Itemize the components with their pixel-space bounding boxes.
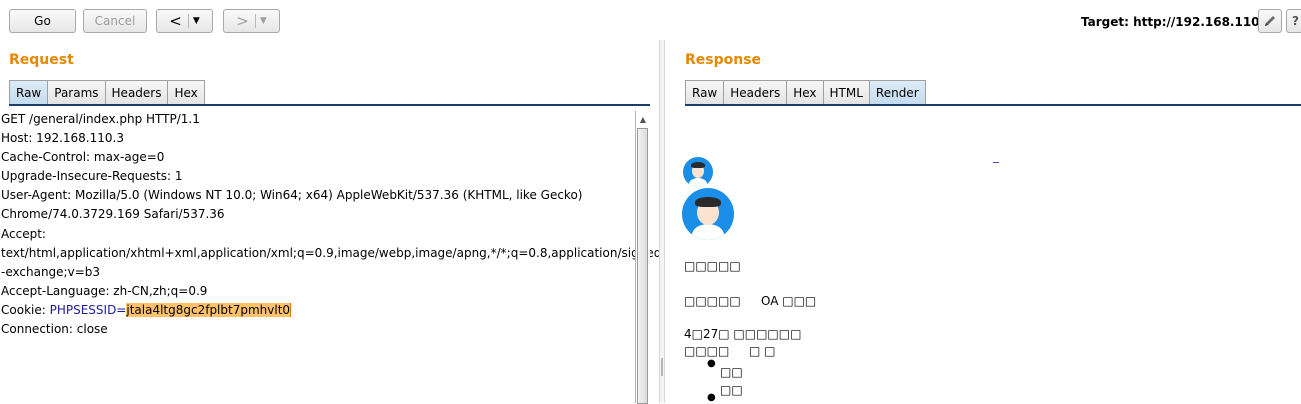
request-tabs: Raw Params Headers Hex (9, 80, 205, 105)
request-line: -exchange;v=b3 (1, 264, 101, 279)
render-text-line: □□□□□ (684, 259, 741, 273)
dropdown-arrow-icon[interactable]: ▼ (193, 16, 200, 26)
large-avatar-icon (682, 188, 734, 240)
tab-request-hex[interactable]: Hex (167, 80, 205, 105)
pencil-icon (1265, 16, 1275, 26)
cancel-button[interactable]: Cancel (83, 9, 147, 33)
button-separator (254, 14, 256, 28)
forward-button[interactable]: > ▼ (223, 9, 280, 33)
render-text-line: 4□27□ □□□□□□ (684, 327, 802, 341)
tab-response-headers[interactable]: Headers (723, 80, 788, 105)
request-line: Accept-Language: zh-CN,zh;q=0.9 (1, 283, 208, 298)
render-text-line: □□□□ (684, 344, 730, 358)
request-tab-underline (9, 104, 650, 106)
list-item: □□ (720, 365, 743, 379)
request-editor[interactable]: GET /general/index.php HTTP/1.1 Host: 19… (0, 110, 662, 403)
request-line: Host: 192.168.110.3 (1, 131, 124, 146)
render-text-line: □ □ (749, 344, 776, 358)
splitter-grip-icon (661, 358, 663, 376)
render-text-line: □□□□□ (684, 294, 741, 308)
tab-request-raw[interactable]: Raw (9, 80, 49, 105)
target-label: Target: http://192.168.110.3 (1081, 15, 1273, 29)
back-arrow-icon: < (169, 12, 182, 30)
render-text-line: OA □□□ (761, 294, 817, 308)
small-avatar-icon (683, 157, 713, 187)
scroll-thumb[interactable] (637, 128, 648, 404)
response-title: Response (685, 52, 762, 68)
tab-request-headers[interactable]: Headers (104, 80, 169, 105)
forward-arrow-icon: > (236, 12, 249, 30)
cookie-value-selection[interactable]: jtala4ltg8gc2fplbt7pmhvlt0 (126, 302, 292, 317)
response-tab-underline (685, 104, 1301, 106)
request-scrollbar[interactable]: ▲ (635, 111, 650, 404)
response-tabs: Raw Headers Hex HTML Render (685, 80, 926, 105)
help-button[interactable]: ? (1286, 9, 1301, 33)
tab-request-params[interactable]: Params (47, 80, 106, 105)
render-link-underscore[interactable]: _ (993, 149, 999, 163)
tab-response-raw[interactable]: Raw (685, 80, 725, 105)
dropdown-arrow-icon[interactable]: ▼ (260, 16, 267, 26)
cookie-line: Cookie: PHPSESSID=jtala4ltg8gc2fplbt7pmh… (0, 301, 634, 320)
tab-response-html[interactable]: HTML (822, 80, 870, 105)
request-line: text/html,application/xhtml+xml,applicat… (1, 245, 662, 260)
go-button[interactable]: Go (9, 9, 76, 33)
tab-response-hex[interactable]: Hex (786, 80, 824, 105)
cookie-name: PHPSESSID= (49, 302, 127, 317)
scroll-up-arrow-icon[interactable]: ▲ (636, 111, 650, 127)
request-title: Request (9, 52, 74, 68)
panel-splitter[interactable] (659, 40, 665, 403)
bullet-icon: ● (707, 392, 716, 403)
back-button[interactable]: < ▼ (156, 9, 213, 33)
request-line: GET /general/index.php HTTP/1.1 (1, 112, 200, 126)
request-line: Accept: (1, 226, 46, 241)
request-line: Cache-Control: max-age=0 (1, 150, 165, 165)
list-item: □□ (720, 383, 743, 397)
tab-response-render[interactable]: Render (868, 80, 926, 105)
button-separator (187, 14, 189, 28)
help-icon: ? (1292, 14, 1299, 28)
edit-target-button[interactable] (1258, 9, 1282, 33)
bullet-icon: ● (707, 358, 716, 369)
response-render-view: _ □□□□□ □□□□□ OA □□□ 4□27□ □□□□□□ □□□□ □… (675, 111, 1301, 403)
request-line: User-Agent: Mozilla/5.0 (Windows NT 10.0… (1, 188, 583, 203)
cookie-prefix: Cookie: (1, 302, 50, 317)
request-line: Upgrade-Insecure-Requests: 1 (1, 169, 183, 184)
request-line: Connection: close (1, 322, 108, 337)
request-line: Chrome/74.0.3729.169 Safari/537.36 (1, 207, 225, 222)
